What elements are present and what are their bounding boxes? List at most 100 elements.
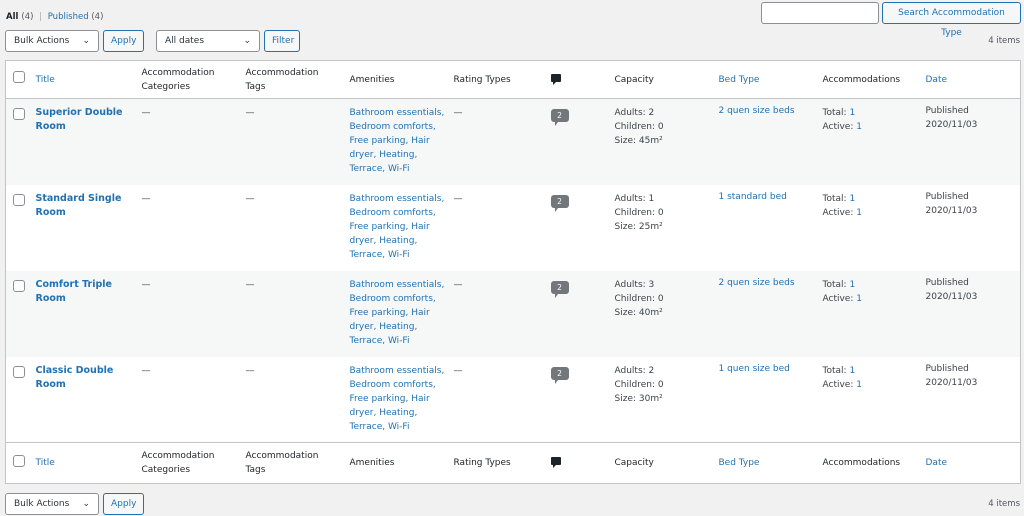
col-categories-line1: Accommodation: [141, 451, 215, 461]
sort-date-footer[interactable]: Date: [926, 458, 948, 468]
table-row: Comfort Triple Room — — Bathroom essenti…: [5, 270, 1021, 357]
chevron-down-icon: ⌄: [82, 499, 90, 509]
row-active-link[interactable]: 1: [856, 122, 862, 132]
row-checkbox[interactable]: [13, 365, 25, 378]
row-bed-type[interactable]: 1 quen size bed: [719, 364, 790, 374]
total-label: Total:: [822, 193, 847, 204]
row-adults: Adults: 3: [614, 279, 655, 290]
row-total-link[interactable]: 1: [849, 108, 855, 118]
row-total-link[interactable]: 1: [849, 194, 855, 204]
comment-count-bubble[interactable]: 2: [550, 109, 569, 126]
row-checkbox[interactable]: [13, 108, 25, 120]
comment-count-bubble[interactable]: 2: [550, 194, 569, 212]
row-categories: —: [141, 108, 151, 118]
published-label: Published: [47, 12, 89, 22]
table-row: Superior Double Room — — Bathroom essent…: [5, 98, 1021, 185]
view-all-link[interactable]: All (4): [6, 12, 33, 22]
row-bed-type[interactable]: 2 quen size beds: [719, 278, 795, 288]
row-bed-type[interactable]: 1 standard bed: [719, 192, 787, 202]
bulk-actions-select-bottom[interactable]: Bulk Actions ⌄: [5, 493, 99, 515]
col-categories-line2: Categories: [141, 81, 191, 92]
bulk-actions-select-top[interactable]: Bulk Actions ⌄: [5, 30, 99, 52]
select-all-checkbox[interactable]: [13, 71, 25, 83]
row-checkbox[interactable]: [13, 279, 25, 292]
row-adults: Adults: 2: [614, 108, 655, 118]
row-children: Children: 0: [614, 207, 664, 218]
view-published-link[interactable]: Published (4): [48, 12, 104, 22]
row-size: Size: 30m²: [614, 393, 663, 404]
row-amenities[interactable]: Bathroom essentials, Bedroom comforts, F…: [350, 366, 445, 432]
col-categories-line2: Categories: [141, 465, 191, 475]
row-checkbox[interactable]: [13, 193, 25, 206]
comment-count-bubble[interactable]: 2: [550, 366, 569, 384]
filter-button[interactable]: Filter: [264, 30, 300, 52]
chevron-down-icon: ⌄: [243, 36, 251, 46]
row-size: Size: 25m²: [614, 221, 663, 232]
row-adults: Adults: 1: [614, 193, 655, 204]
col-capacity-footer: Capacity: [614, 442, 719, 484]
all-label: All: [6, 12, 19, 22]
row-amenities[interactable]: Bathroom essentials, Bedroom comforts, F…: [350, 194, 445, 260]
row-title-link[interactable]: Comfort Triple Room: [36, 279, 112, 304]
row-date: 2020/11/03: [925, 120, 978, 130]
comment-count-bubble[interactable]: 2: [550, 280, 569, 298]
row-rating: —: [453, 279, 463, 290]
row-active-link[interactable]: 1: [856, 380, 862, 390]
comment-icon: [550, 457, 561, 468]
search-button[interactable]: Search Accommodation Type: [882, 2, 1021, 38]
row-categories: —: [141, 193, 151, 204]
apply-button-bottom[interactable]: Apply: [103, 493, 144, 515]
col-rating: Rating Types: [453, 60, 551, 99]
col-tags-line1: Accommodation: [245, 451, 319, 461]
row-active-link[interactable]: 1: [856, 208, 862, 218]
row-title-link[interactable]: Standard Single Room: [36, 193, 122, 218]
row-rating: —: [453, 108, 463, 118]
items-count-bottom: 4 items: [988, 499, 1020, 509]
row-children: Children: 0: [614, 293, 664, 304]
row-bed-type[interactable]: 2 quen size beds: [719, 106, 795, 116]
col-accommodations: Accommodations: [822, 60, 926, 99]
col-tags-footer: Accommodation Tags: [245, 442, 350, 484]
col-categories-footer: Accommodation Categories: [141, 442, 246, 484]
col-amenities-footer: Amenities: [349, 442, 454, 484]
row-rating: —: [453, 365, 463, 376]
accommodation-types-table: Title Accommodation Categories Accommodat…: [5, 60, 1021, 484]
comment-icon: [550, 73, 561, 85]
row-active-link[interactable]: 1: [856, 294, 862, 304]
row-tags: —: [245, 193, 255, 204]
sort-bed-type-footer[interactable]: Bed Type: [719, 458, 760, 468]
row-status: Published: [925, 106, 969, 116]
apply-button-top[interactable]: Apply: [103, 30, 144, 52]
col-capacity: Capacity: [614, 60, 719, 99]
chevron-down-icon: ⌄: [82, 36, 90, 46]
row-title-link[interactable]: Classic Double Room: [36, 365, 114, 390]
active-label: Active:: [822, 293, 854, 304]
sort-title-footer[interactable]: Title: [36, 458, 55, 468]
published-count: (4): [91, 12, 104, 22]
row-tags: —: [245, 365, 255, 376]
table-footer: Title Accommodation Categories Accommodat…: [5, 442, 1021, 484]
row-total-link[interactable]: 1: [849, 280, 855, 290]
row-amenities[interactable]: Bathroom essentials, Bedroom comforts, F…: [350, 108, 445, 174]
active-label: Active:: [822, 122, 854, 132]
row-amenities[interactable]: Bathroom essentials, Bedroom comforts, F…: [350, 280, 445, 346]
row-tags: —: [245, 279, 255, 290]
row-title-link[interactable]: Superior Double Room: [36, 107, 123, 132]
row-size: Size: 45m²: [614, 136, 663, 146]
sort-date[interactable]: Date: [926, 75, 948, 85]
dates-select[interactable]: All dates ⌄: [156, 30, 260, 52]
table-row: Standard Single Room — — Bathroom essent…: [6, 185, 1021, 271]
row-total-link[interactable]: 1: [849, 366, 855, 376]
row-adults: Adults: 2: [614, 365, 655, 376]
row-status: Published: [925, 277, 969, 288]
select-all-checkbox-footer[interactable]: [13, 454, 25, 467]
sort-bed-type[interactable]: Bed Type: [719, 75, 760, 85]
col-categories: Accommodation Categories: [141, 60, 246, 99]
search-input[interactable]: [761, 2, 879, 24]
table-header: Title Accommodation Categories Accommodat…: [5, 60, 1021, 99]
sort-title[interactable]: Title: [36, 75, 55, 85]
active-label: Active:: [822, 207, 854, 218]
col-accommodations-footer: Accommodations: [822, 442, 926, 484]
row-children: Children: 0: [614, 122, 664, 132]
col-tags: Accommodation Tags: [245, 60, 350, 99]
